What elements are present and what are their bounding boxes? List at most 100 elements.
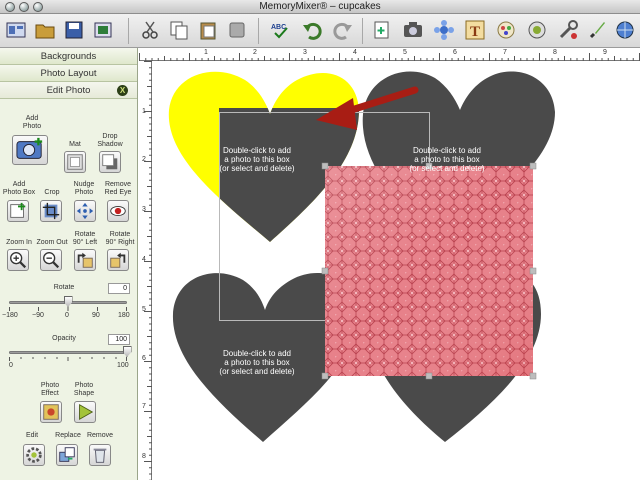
zoom-out-label: Zoom Out	[36, 239, 68, 246]
export-icon[interactable]	[92, 19, 114, 41]
rotate-label: Rotate	[53, 284, 75, 291]
add-photo-label: Add Photo	[22, 115, 42, 130]
edit-photo-title: Edit Photo	[46, 85, 91, 96]
photo-effect-button[interactable]	[40, 401, 62, 423]
remove-label: Remove	[86, 432, 114, 439]
ruler-top-6: 6	[453, 49, 457, 56]
ruler-left-7: 7	[142, 403, 146, 410]
vertical-ruler	[139, 61, 152, 480]
add-page-icon[interactable]	[371, 19, 393, 41]
save-icon[interactable]	[63, 19, 85, 41]
ruler-left-5: 5	[142, 306, 146, 313]
rotate-tick-4: 180	[118, 312, 130, 319]
opacity-slider-thumb[interactable]	[122, 346, 132, 357]
placeholder-text-top-right: Double-click to add a photo to this box …	[409, 146, 485, 173]
rotate-left-label: Rotate 90° Left	[72, 231, 98, 246]
rotate-slider-thumb[interactable]	[63, 296, 73, 307]
cut-icon[interactable]	[139, 19, 161, 41]
toolbar: ABC T	[0, 14, 640, 48]
drop-shadow-label: Drop Shadow	[97, 133, 123, 148]
ruler-left-3: 3	[142, 206, 146, 213]
text-icon[interactable]: T	[464, 19, 486, 41]
redo-icon[interactable]	[332, 19, 354, 41]
rotate-tick-0: −180	[2, 312, 18, 319]
brush-icon[interactable]	[586, 19, 608, 41]
ruler-left-8: 8	[142, 453, 146, 460]
mat-button[interactable]	[64, 151, 86, 173]
edit-panel: Backgrounds Photo Layout Edit Photo X Ad…	[0, 48, 138, 480]
ruler-top-4: 4	[353, 49, 357, 56]
tools-icon[interactable]	[557, 19, 579, 41]
copy-icon[interactable]	[168, 19, 190, 41]
opacity-tick-0: 0	[9, 362, 13, 369]
edit-label: Edit	[25, 432, 39, 439]
crop-label: Crop	[44, 189, 60, 196]
camera-icon[interactable]	[402, 19, 424, 41]
ruler-left-1: 1	[142, 108, 146, 115]
rotate-left-button[interactable]	[74, 249, 96, 271]
zoom-in-button[interactable]	[7, 249, 29, 271]
page-canvas[interactable]: Double-click to add a photo to this box …	[153, 62, 640, 480]
opacity-tick-marks	[9, 357, 127, 361]
ruler-left-6: 6	[142, 355, 146, 362]
svg-text:ABC: ABC	[271, 24, 286, 31]
ruler-top-8: 8	[553, 49, 557, 56]
drop-shadow-button[interactable]	[99, 151, 121, 173]
ruler-top-1: 1	[204, 49, 208, 56]
photo-layout-section-header[interactable]: Photo Layout	[0, 65, 137, 82]
mat-label: Mat	[69, 141, 81, 148]
close-section-icon[interactable]: X	[117, 85, 128, 96]
photo-shape-label: Photo Shape	[73, 382, 95, 397]
backgrounds-section-header[interactable]: Backgrounds	[0, 48, 137, 65]
opacity-tick-1: 100	[117, 362, 129, 369]
ruler-left-4: 4	[142, 256, 146, 263]
horizontal-ruler	[139, 48, 640, 61]
opacity-value-field[interactable]: 100	[108, 334, 130, 345]
remove-red-eye-button[interactable]	[107, 200, 129, 222]
undo-icon[interactable]	[301, 19, 323, 41]
rotate-right-label: Rotate 90° Right	[105, 231, 135, 246]
zoom-in-label: Zoom In	[6, 239, 32, 246]
rotate-tick-2: 0	[65, 312, 69, 319]
open-folder-icon[interactable]	[34, 19, 56, 41]
rotate-right-button[interactable]	[107, 249, 129, 271]
add-photo-box-button[interactable]	[7, 200, 29, 222]
globe-icon[interactable]	[614, 19, 636, 41]
window-title: MemoryMixer® – cupcakes	[259, 1, 381, 12]
photo-shape-button[interactable]	[74, 401, 96, 423]
ruler-top-7: 7	[503, 49, 507, 56]
spellcheck-icon[interactable]: ABC	[270, 19, 292, 41]
replace-label: Replace	[55, 432, 81, 439]
ruler-top-3: 3	[303, 49, 307, 56]
photo-effect-label: Photo Effect	[40, 382, 60, 397]
ruler-top-2: 2	[253, 49, 257, 56]
paste-icon[interactable]	[197, 19, 219, 41]
nudge-photo-button[interactable]	[74, 200, 96, 222]
placeholder-text-bottom-left: Double-click to add a photo to this box …	[219, 349, 295, 376]
add-photo-box-label: Add Photo Box	[2, 181, 36, 196]
rotate-tick-1: −90	[32, 312, 44, 319]
paper-icon[interactable]	[495, 19, 517, 41]
opacity-slider-track[interactable]	[9, 351, 127, 354]
ruler-left-2: 2	[142, 156, 146, 163]
rotate-value-field[interactable]: 0	[108, 283, 130, 294]
rotate-tick-marks	[9, 307, 127, 311]
replace-button[interactable]	[56, 444, 78, 466]
ruler-top-5: 5	[403, 49, 407, 56]
edit-photo-section-header[interactable]: Edit Photo X	[0, 82, 137, 99]
stamp-icon[interactable]	[526, 19, 548, 41]
zoom-out-button[interactable]	[40, 249, 62, 271]
placeholder-text-top-left: Double-click to add a photo to this box …	[219, 146, 295, 173]
edit-button[interactable]	[23, 444, 45, 466]
nudge-photo-label: Nudge Photo	[73, 181, 95, 196]
layout-icon[interactable]	[5, 19, 27, 41]
crop-button[interactable]	[40, 200, 62, 222]
svg-text:T: T	[470, 24, 480, 40]
title-bar: MemoryMixer® – cupcakes	[0, 0, 640, 14]
add-photo-button[interactable]	[12, 135, 48, 165]
rotate-tick-3: 90	[92, 312, 100, 319]
ruler-top-9: 9	[603, 49, 607, 56]
delete-icon[interactable]	[226, 19, 248, 41]
embellishment-icon[interactable]	[433, 19, 455, 41]
remove-button[interactable]	[89, 444, 111, 466]
